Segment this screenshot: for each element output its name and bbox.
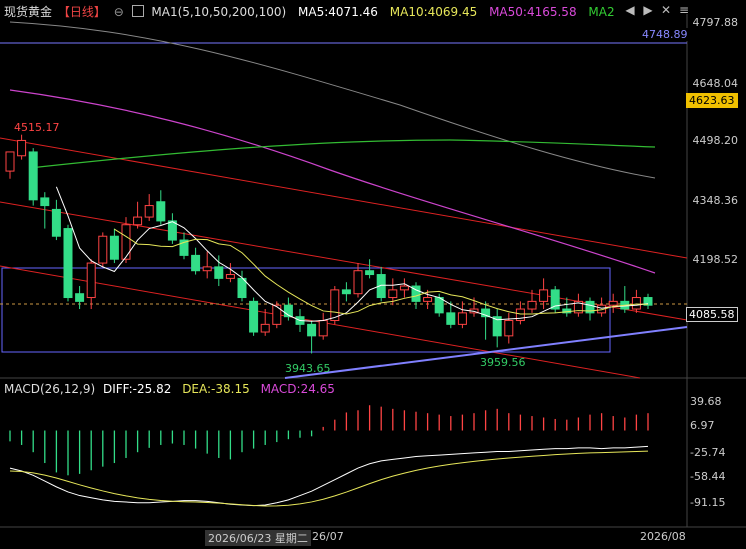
- close-icon[interactable]: ✕: [658, 2, 674, 18]
- candle-body: [28, 151, 38, 201]
- candle-body: [388, 289, 398, 299]
- price-tick: 4648.04: [692, 77, 739, 90]
- candle-body: [40, 197, 50, 207]
- candle-body: [318, 320, 328, 337]
- candle-body: [225, 274, 235, 279]
- candle-body: [5, 151, 15, 172]
- ma2-value: MA2: [588, 5, 615, 19]
- ma100-line: [29, 139, 656, 169]
- macd-dea: DEA:-38.15: [182, 382, 250, 396]
- macd-tick: 6.97: [690, 419, 715, 432]
- chart-canvas[interactable]: [0, 0, 746, 549]
- candle-body: [144, 205, 154, 218]
- candle-body: [423, 297, 433, 302]
- high-annotation: 4515.17: [14, 121, 60, 134]
- nav-right-icon[interactable]: ▶: [640, 2, 656, 18]
- macd-tick: -91.15: [690, 496, 726, 509]
- macd-value: MACD:24.65: [260, 382, 335, 396]
- period-label[interactable]: 【日线】: [58, 5, 106, 19]
- candle-body: [214, 266, 224, 279]
- candle-body: [399, 285, 409, 291]
- candle-body: [156, 201, 166, 222]
- candle-body: [434, 297, 444, 314]
- candle-body: [272, 304, 282, 325]
- dea-line: [9, 450, 649, 507]
- x-label-end: 2026/08: [640, 530, 686, 543]
- macd-tick: -58.44: [690, 470, 726, 483]
- candle-body: [86, 262, 96, 299]
- candle-body: [539, 289, 549, 302]
- low-annotation-1: 3943.65: [285, 362, 331, 375]
- cursor-date-label: 2026/06/23 星期二: [205, 530, 311, 546]
- last-price-tag: 4085.58: [686, 307, 738, 322]
- price-tick: 4797.88: [692, 16, 739, 29]
- ma10-value: MA10:4069.45: [389, 5, 478, 19]
- candle-body: [353, 270, 363, 295]
- candle-body: [446, 312, 456, 325]
- ma5-value: MA5:4071.46: [298, 5, 378, 19]
- ma-level-tag: 4623.63: [686, 93, 738, 108]
- nav-left-icon[interactable]: ◀: [622, 2, 638, 18]
- macd-header: MACD(26,12,9) DIFF:-25.82 DEA:-38.15 MAC…: [4, 382, 342, 396]
- chart-root: 现货黄金 【日线】 ⊖ MA1(5,10,50,200,100) MA5:407…: [0, 0, 746, 549]
- upper-line-tag: 4748.89: [640, 28, 690, 41]
- candle-body: [260, 323, 270, 333]
- low-annotation-2: 3959.56: [480, 356, 526, 369]
- candle-body: [51, 208, 61, 237]
- macd-diff: DIFF:-25.82: [102, 382, 172, 396]
- candle-body: [365, 270, 375, 276]
- x-label-mid: 26/07: [312, 530, 344, 543]
- candle-body: [98, 235, 108, 264]
- candle-body: [341, 289, 351, 295]
- instrument-title: 现货黄金: [4, 5, 53, 19]
- expand-icon[interactable]: [131, 5, 144, 17]
- candle-body: [17, 139, 27, 157]
- chart-header: 现货黄金 【日线】 ⊖ MA1(5,10,50,200,100) MA5:407…: [0, 3, 623, 21]
- price-tick: 4348.36: [692, 194, 739, 207]
- candle-body: [202, 266, 212, 272]
- candle-body: [504, 320, 514, 337]
- candle-body: [167, 220, 177, 241]
- macd-tick: 39.68: [690, 395, 722, 408]
- price-tick: 4198.52: [692, 253, 739, 266]
- settings-icon[interactable]: ⊖: [114, 5, 124, 19]
- candle-body: [608, 300, 618, 306]
- price-tick: 4498.20: [692, 134, 739, 147]
- ma-config-label[interactable]: MA1(5,10,50,200,100): [151, 5, 286, 19]
- candle-body: [121, 224, 131, 260]
- candle-body: [191, 254, 201, 272]
- menu-icon[interactable]: ≡: [676, 2, 692, 18]
- candle-body: [109, 235, 119, 260]
- candle-body: [63, 228, 73, 299]
- candle-body: [133, 216, 143, 226]
- ma200-line: [9, 21, 656, 179]
- candle-body: [631, 297, 641, 310]
- candle-body: [75, 293, 85, 302]
- macd-tick: -25.74: [690, 446, 726, 459]
- macd-config[interactable]: MACD(26,12,9): [4, 382, 95, 396]
- candle-body: [457, 312, 467, 325]
- candle-body: [249, 300, 259, 333]
- candle-body: [527, 300, 537, 310]
- ma50-value: MA50:4165.58: [489, 5, 577, 19]
- candle-body: [307, 323, 317, 337]
